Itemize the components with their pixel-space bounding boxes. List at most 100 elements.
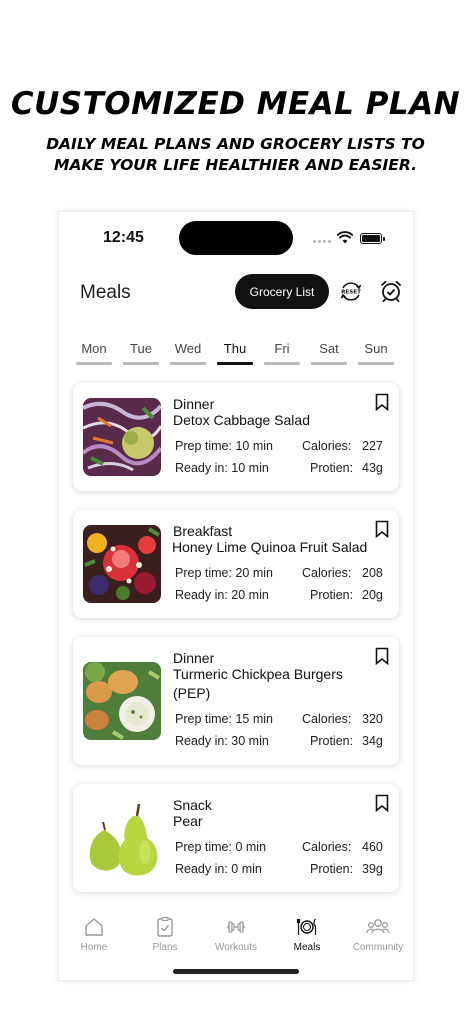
promo-subline: DAILY MEAL PLANS AND GROCERY LISTS TO MA… <box>0 134 471 176</box>
day-tab-underline <box>311 362 347 365</box>
protein-value: 43g <box>362 461 383 475</box>
protein-label: Protien: <box>310 734 354 748</box>
ready-time: Ready in: 30 min <box>175 734 269 748</box>
day-tab-label: Wed <box>174 341 202 356</box>
tab-label: Home <box>80 942 108 953</box>
prep-time: Prep time: 10 min <box>175 439 273 453</box>
dynamic-island <box>179 221 293 255</box>
day-tab-tue[interactable]: Tue <box>123 340 159 365</box>
ready-time: Ready in: 0 min <box>175 862 262 876</box>
meal-photo-pear <box>83 800 161 878</box>
meal-card[interactable]: Breakfast Honey Lime Quinoa Fruit Salad … <box>73 510 399 618</box>
meal-name: Detox Cabbage Salad <box>173 411 387 430</box>
prep-time: Prep time: 15 min <box>175 712 273 726</box>
reset-icon-text: RESET <box>341 290 361 296</box>
prep-time-value: 15 min <box>235 712 273 726</box>
meal-name: Pear <box>173 812 387 831</box>
meal-type: Dinner <box>173 650 215 666</box>
calories-value: 227 <box>362 439 383 453</box>
prep-time: Prep time: 0 min <box>175 840 266 854</box>
ready-time-value: 30 min <box>231 734 269 748</box>
ready-time-label: Ready in: <box>175 588 228 602</box>
bookmark-icon[interactable] <box>375 794 389 812</box>
meal-name: Turmeric Chickpea Burgers (PEP) <box>173 665 387 703</box>
day-selector: Mon Tue Wed Thu Fri Sat Sun <box>76 340 394 365</box>
tab-workouts[interactable]: Workouts <box>206 916 266 953</box>
tab-label: Workouts <box>214 942 258 953</box>
day-tab-underline <box>170 362 206 365</box>
day-tab-underline <box>76 362 112 365</box>
plate-cutlery-icon <box>296 918 317 935</box>
bookmark-icon[interactable] <box>375 520 389 538</box>
home-icon <box>85 918 103 936</box>
prep-time-value: 10 min <box>235 439 273 453</box>
wifi-icon <box>337 231 353 244</box>
calories-value: 320 <box>362 712 383 726</box>
meal-type: Snack <box>173 797 212 813</box>
tab-plans[interactable]: Plans <box>135 916 195 953</box>
day-tab-underline <box>264 362 300 365</box>
reset-icon[interactable]: RESET <box>339 279 363 303</box>
day-tab-underline <box>358 362 394 365</box>
alarm-check-icon[interactable] <box>379 279 403 303</box>
dumbbell-icon <box>227 921 245 933</box>
calories-label: Calories: <box>302 840 352 854</box>
day-tab-thu[interactable]: Thu <box>217 340 253 365</box>
promo-subline-line-2: MAKE YOUR LIFE HEALTHIER AND EASIER. <box>54 156 417 174</box>
tab-label: Meals <box>293 942 321 953</box>
meal-name-line: Honey Lime Quinoa Fruit Salad <box>172 539 368 555</box>
meal-type: Dinner <box>173 396 215 412</box>
bookmark-icon[interactable] <box>375 393 389 411</box>
ready-time: Ready in: 20 min <box>175 588 269 602</box>
meal-card[interactable]: Dinner Turmeric Chickpea Burgers (PEP) P… <box>73 637 399 765</box>
calories-label: Calories: <box>302 566 352 580</box>
prep-time: Prep time: 20 min <box>175 566 273 580</box>
tab-home[interactable]: Home <box>64 916 124 953</box>
calories-label: Calories: <box>302 712 352 726</box>
meal-name-line: Detox Cabbage Salad <box>173 412 310 428</box>
day-tab-label: Fri <box>274 341 290 356</box>
day-tab-label: Thu <box>223 341 247 356</box>
ready-time-label: Ready in: <box>175 461 228 475</box>
day-tab-label: Sat <box>319 341 339 356</box>
tab-meals[interactable]: Meals <box>277 916 337 953</box>
meal-photo-fruit-salad <box>83 525 161 603</box>
calories-value: 208 <box>362 566 383 580</box>
ready-time-value: 0 min <box>231 862 262 876</box>
phone-screen: 12:45 Meals Grocery List RESET Mon Tue W… <box>58 211 414 981</box>
promo-subline-line-1: DAILY MEAL PLANS AND GROCERY LISTS TO <box>46 135 425 153</box>
prep-time-label: Prep time: <box>175 840 232 854</box>
bookmark-icon[interactable] <box>375 647 389 665</box>
protein-value: 34g <box>362 734 383 748</box>
meal-name-line: Turmeric Chickpea Burgers <box>173 666 343 682</box>
meal-name-line: (PEP) <box>173 685 211 701</box>
day-tab-underline <box>123 362 159 365</box>
home-indicator <box>173 969 299 974</box>
people-icon <box>366 919 390 934</box>
meal-photo-cabbage-salad <box>83 398 161 476</box>
meal-card[interactable]: Snack Pear Prep time: 0 min Ready in: 0 … <box>73 784 399 892</box>
status-time: 12:45 <box>103 229 144 246</box>
day-tab-underline <box>217 362 253 365</box>
meal-card[interactable]: Dinner Detox Cabbage Salad Prep time: 10… <box>73 383 399 491</box>
page-title: Meals <box>80 282 131 303</box>
grocery-list-button[interactable]: Grocery List <box>235 274 329 309</box>
protein-label: Protien: <box>310 588 354 602</box>
meal-name-line: Pear <box>173 813 203 829</box>
clipboard-check-icon <box>157 916 173 937</box>
tab-community[interactable]: Community <box>348 916 408 953</box>
day-tab-sat[interactable]: Sat <box>311 340 347 365</box>
meal-name: Honey Lime Quinoa Fruit Salad <box>172 538 386 557</box>
ready-time-label: Ready in: <box>175 734 228 748</box>
day-tab-label: Tue <box>130 341 152 356</box>
protein-label: Protien: <box>310 862 354 876</box>
day-tab-mon[interactable]: Mon <box>76 340 112 365</box>
day-tab-fri[interactable]: Fri <box>264 340 300 365</box>
calories-label: Calories: <box>302 439 352 453</box>
day-tab-sun[interactable]: Sun <box>358 340 394 365</box>
prep-time-label: Prep time: <box>175 439 232 453</box>
signal-icon <box>313 240 331 243</box>
protein-label: Protien: <box>310 461 354 475</box>
day-tab-label: Sun <box>364 341 388 356</box>
day-tab-wed[interactable]: Wed <box>170 340 206 365</box>
